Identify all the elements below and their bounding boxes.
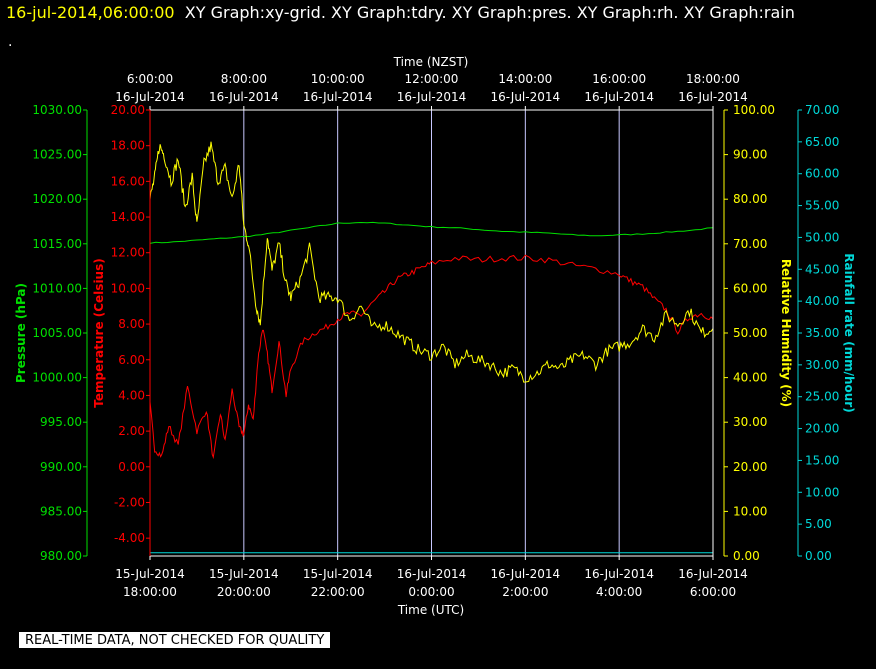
pressure-tick-label: 1020.00	[32, 192, 82, 206]
humidity-tick-label: 60.00	[733, 281, 767, 295]
x-top-tick-date: 16-Jul-2014	[303, 90, 373, 104]
x-top-tick-time: 6:00:00	[127, 72, 173, 86]
x-top-tick-time: 14:00:00	[498, 72, 552, 86]
temperature-tick-label: -4.00	[114, 531, 145, 545]
rainfall-tick-label: 60.00	[805, 167, 839, 181]
x-bottom-tick-time: 18:00:00	[123, 585, 177, 599]
humidity-tick-label: 0.00	[733, 549, 760, 563]
weather-chart: 6:00:00 16-Jul-2014 15-Jul-2014 18:00:00 8:0…	[14, 55, 856, 617]
rainfall-tick-label: 35.00	[805, 326, 839, 340]
humidity-tick-label: 20.00	[733, 460, 767, 474]
rainfall-tick-label: 50.00	[805, 230, 839, 244]
axes-layer: 6:00:00 16-Jul-2014 15-Jul-2014 18:00:00 8:0…	[14, 72, 856, 599]
temperature-tick-label: 14.00	[111, 210, 145, 224]
temperature-tick-label: 8.00	[118, 317, 145, 331]
x-top-tick-time: 10:00:00	[311, 72, 365, 86]
temperature-tick-label: -2.00	[114, 495, 145, 509]
humidity-tick-label: 70.00	[733, 237, 767, 251]
rainfall-tick-label: 5.00	[805, 517, 832, 531]
humidity-axis-title: Relative Humidity (%)	[779, 259, 793, 407]
humidity-tick-label: 50.00	[733, 326, 767, 340]
pressure-tick-label: 1005.00	[32, 326, 82, 340]
rainfall-tick-label: 65.00	[805, 135, 839, 149]
temperature-tick-label: 10.00	[111, 281, 145, 295]
temperature-tick-label: 0.00	[118, 460, 145, 474]
quality-disclaimer: REAL-TIME DATA, NOT CHECKED FOR QUALITY	[19, 632, 331, 648]
temperature-tick-label: 2.00	[118, 424, 145, 438]
humidity-tick-label: 100.00	[733, 103, 775, 117]
x-bottom-tick-time: 20:00:00	[217, 585, 271, 599]
rainfall-tick-label: 45.00	[805, 262, 839, 276]
x-top-tick-date: 16-Jul-2014	[491, 90, 561, 104]
x-bottom-tick-time: 4:00:00	[596, 585, 642, 599]
temperature-tick-label: 6.00	[118, 353, 145, 367]
rainfall-tick-label: 70.00	[805, 103, 839, 117]
pressure-tick-label: 990.00	[40, 460, 82, 474]
rainfall-tick-label: 10.00	[805, 485, 839, 499]
rainfall-tick-label: 40.00	[805, 294, 839, 308]
rainfall-axis-title: Rainfall rate (mm/hour)	[842, 253, 856, 412]
grid-lines	[243, 110, 620, 556]
rainfall-tick-label: 0.00	[805, 549, 832, 563]
x-top-tick-time: 12:00:00	[405, 72, 459, 86]
x-top-tick-time: 16:00:00	[592, 72, 646, 86]
rainfall-tick-label: 25.00	[805, 390, 839, 404]
x-bottom-tick-time: 2:00:00	[502, 585, 548, 599]
humidity-tick-label: 90.00	[733, 148, 767, 162]
temperature-tick-label: 16.00	[111, 174, 145, 188]
pressure-tick-label: 1000.00	[32, 371, 82, 385]
humidity-tick-label: 10.00	[733, 504, 767, 518]
pressure-tick-label: 1030.00	[32, 103, 82, 117]
temperature-tick-label: 4.00	[118, 388, 145, 402]
rainfall-tick-label: 15.00	[805, 453, 839, 467]
x-bottom-tick-time: 6:00:00	[690, 585, 736, 599]
x-bottom-tick-date: 16-Jul-2014	[397, 567, 467, 581]
temperature-tick-label: 18.00	[111, 139, 145, 153]
x-bottom-tick-time: 0:00:00	[408, 585, 454, 599]
x-top-tick-date: 16-Jul-2014	[584, 90, 654, 104]
x-bottom-axis-title: Time (UTC)	[397, 603, 464, 617]
x-top-tick-date: 16-Jul-2014	[678, 90, 748, 104]
pressure-tick-label: 985.00	[40, 504, 82, 518]
x-bottom-tick-date: 16-Jul-2014	[491, 567, 561, 581]
x-top-tick-date: 16-Jul-2014	[115, 90, 185, 104]
x-bottom-tick-date: 16-Jul-2014	[584, 567, 654, 581]
pressure-tick-label: 995.00	[40, 415, 82, 429]
rainfall-tick-label: 55.00	[805, 199, 839, 213]
temperature-axis-title: Temperature (Celsius)	[92, 258, 106, 407]
x-top-tick-time: 8:00:00	[221, 72, 267, 86]
pressure-tick-label: 1015.00	[32, 237, 82, 251]
x-bottom-tick-date: 16-Jul-2014	[678, 567, 748, 581]
x-top-axis-title: Time (NZST)	[393, 55, 469, 69]
x-bottom-tick-date: 15-Jul-2014	[209, 567, 279, 581]
x-top-tick-date: 16-Jul-2014	[209, 90, 279, 104]
pressure-tick-label: 1025.00	[32, 148, 82, 162]
humidity-tick-label: 30.00	[733, 415, 767, 429]
x-top-tick-date: 16-Jul-2014	[397, 90, 467, 104]
x-bottom-tick-date: 15-Jul-2014	[115, 567, 185, 581]
rainfall-tick-label: 20.00	[805, 422, 839, 436]
humidity-tick-label: 40.00	[733, 371, 767, 385]
pressure-tick-label: 1010.00	[32, 281, 82, 295]
temperature-tick-label: 20.00	[111, 103, 145, 117]
x-bottom-tick-date: 15-Jul-2014	[303, 567, 373, 581]
pressure-tick-label: 980.00	[40, 549, 82, 563]
humidity-tick-label: 80.00	[733, 192, 767, 206]
pressure-axis-title: Pressure (hPa)	[14, 283, 28, 383]
x-bottom-tick-time: 22:00:00	[311, 585, 365, 599]
x-top-tick-time: 18:00:00	[686, 72, 740, 86]
temperature-tick-label: 12.00	[111, 246, 145, 260]
rainfall-tick-label: 30.00	[805, 358, 839, 372]
